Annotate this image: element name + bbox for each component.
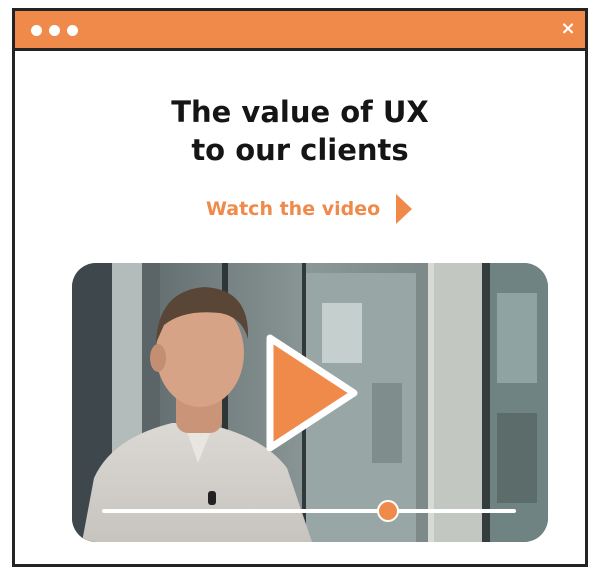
title-line-2: to our clients xyxy=(191,133,409,167)
window-dot-icon xyxy=(49,25,60,36)
page-title: The value of UX to our clients xyxy=(15,93,585,169)
video-progress-bar[interactable] xyxy=(102,500,516,522)
title-bar: × xyxy=(15,11,585,51)
window-dot-icon xyxy=(31,25,42,36)
close-icon[interactable]: × xyxy=(557,17,579,41)
watch-video-label: Watch the video xyxy=(206,198,381,220)
watch-video-link[interactable]: Watch the video xyxy=(206,192,413,226)
video-player[interactable] xyxy=(72,263,548,542)
progress-thumb[interactable] xyxy=(376,500,399,522)
popup-window: × The value of UX to our clients Watch t… xyxy=(12,8,588,567)
window-dot-icon xyxy=(67,25,78,36)
title-line-1: The value of UX xyxy=(171,95,429,129)
play-triangle-icon xyxy=(396,194,413,224)
play-icon[interactable] xyxy=(266,334,360,452)
